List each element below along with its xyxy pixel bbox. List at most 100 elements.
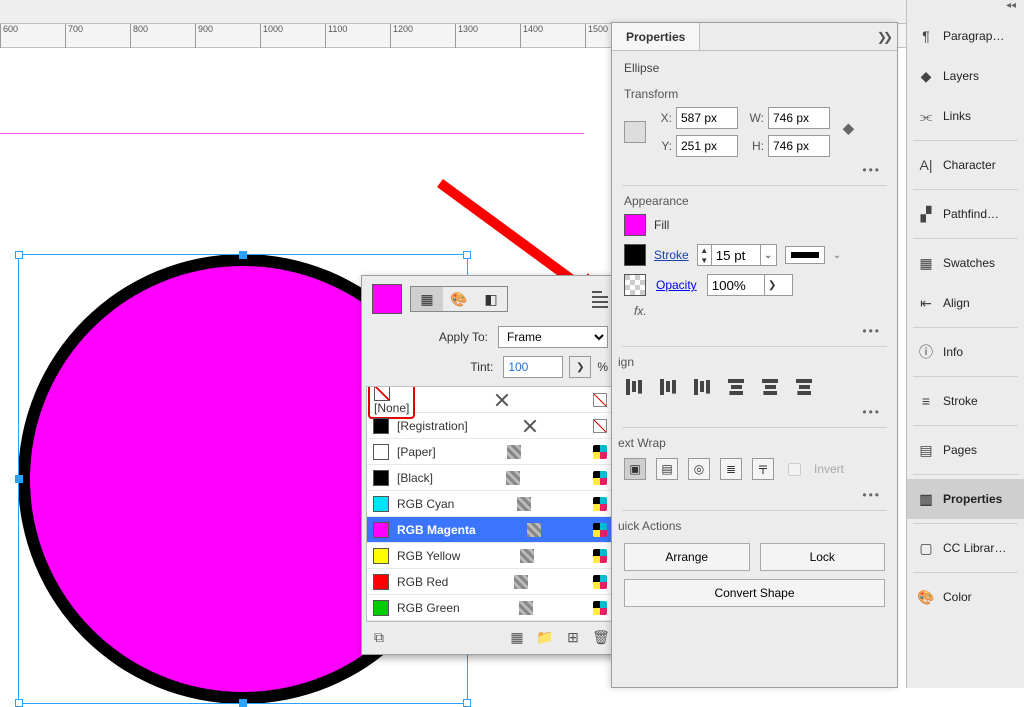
swatch-chip xyxy=(373,418,389,434)
dock-item-label: Properties xyxy=(943,492,1002,506)
swatch-item-magenta[interactable]: RGB Magenta xyxy=(367,517,613,543)
panel-icon: ▥ xyxy=(917,490,935,508)
quick-actions-header: uick Actions xyxy=(612,519,885,533)
panel-dock: ◂◂ ¶Paragrap…◆Layers⫘Links A|Character ▞Pa… xyxy=(906,0,1024,688)
stroke-swatch[interactable] xyxy=(624,244,646,266)
w-input[interactable] xyxy=(768,107,830,129)
chevron-down-icon[interactable]: ⌄ xyxy=(760,245,776,265)
more-options-icon[interactable]: ••• xyxy=(612,161,897,185)
align-vcenter-icon[interactable] xyxy=(760,377,780,397)
swatch-item-cyan[interactable]: RGB Cyan xyxy=(367,491,613,517)
ruler-tick: 1200 xyxy=(390,24,413,48)
more-options-icon[interactable]: ••• xyxy=(612,486,897,510)
panel-menu-icon[interactable] xyxy=(592,291,608,308)
color-mode-icon xyxy=(593,523,607,537)
palette-mode-icon[interactable]: 🎨 xyxy=(443,287,475,311)
swatch-type-icon xyxy=(514,575,528,589)
stroke-style-dropdown[interactable] xyxy=(785,246,825,264)
wrap-none-icon[interactable]: ▣ xyxy=(624,458,646,480)
more-options-icon[interactable]: ••• xyxy=(612,322,897,346)
properties-tab[interactable]: Properties xyxy=(612,23,700,50)
swatch-chip xyxy=(373,600,389,616)
swatch-label: [Black] xyxy=(397,471,433,485)
swatch-item-green[interactable]: RGB Green xyxy=(367,595,613,621)
swatch-type-icon xyxy=(506,471,520,485)
opacity-label-link[interactable]: Opacity xyxy=(656,278,697,292)
lock-button[interactable]: Lock xyxy=(760,543,886,571)
dock-item-links[interactable]: ⫘Links xyxy=(907,96,1024,136)
not-editable-icon xyxy=(495,393,509,407)
current-fill-chip[interactable] xyxy=(372,284,402,314)
wrap-around-shape-icon[interactable]: ◎ xyxy=(688,458,710,480)
stroke-weight-stepper[interactable]: ▲▼ ⌄ xyxy=(697,244,777,266)
wrap-jump-column-icon[interactable]: 〒 xyxy=(752,458,774,480)
fill-swatch[interactable] xyxy=(624,214,646,236)
dock-item-align[interactable]: ⇤Align xyxy=(907,283,1024,323)
color-mode-icon xyxy=(593,393,607,407)
swatch-label: [Paper] xyxy=(397,445,436,459)
swatch-chip xyxy=(373,574,389,590)
panel-icon: ▤ xyxy=(917,441,935,459)
dock-item-stroke[interactable]: ≡Stroke xyxy=(907,381,1024,421)
fx-label[interactable]: fx. xyxy=(634,304,647,318)
chevron-down-icon[interactable]: ⌄ xyxy=(833,250,841,261)
wrap-jump-icon[interactable]: ≣ xyxy=(720,458,742,480)
constrain-proportions-icon[interactable]: ⯁ xyxy=(842,123,855,141)
swatch-item-red[interactable]: RGB Red xyxy=(367,569,613,595)
tint-input[interactable] xyxy=(503,356,563,378)
dock-item-pages[interactable]: ▤Pages xyxy=(907,430,1024,470)
folder-icon[interactable]: 📁 xyxy=(536,628,554,646)
dock-item-properties[interactable]: ▥ Properties xyxy=(907,479,1024,519)
align-bottom-icon[interactable] xyxy=(794,377,814,397)
swatch-view-mode[interactable]: ▦ 🎨 ◧ xyxy=(410,286,508,312)
arrange-button[interactable]: Arrange xyxy=(624,543,750,571)
align-right-icon[interactable] xyxy=(692,377,712,397)
reference-point-grid[interactable] xyxy=(624,121,646,143)
swatches-popup[interactable]: ▦ 🎨 ◧ Apply To: Frame Tint: ❯ % [None][R… xyxy=(361,275,619,655)
swatch-item-paper[interactable]: [Paper] xyxy=(367,439,613,465)
swatch-item-none[interactable]: [None] xyxy=(367,387,613,413)
dock-item-character[interactable]: A|Character xyxy=(907,145,1024,185)
opacity-input[interactable]: ❯ xyxy=(707,274,793,296)
x-input[interactable] xyxy=(676,107,738,129)
panel-icon: ⫘ xyxy=(917,107,935,125)
dock-item-layers[interactable]: ◆Layers xyxy=(907,56,1024,96)
new-swatch-from-icon[interactable]: ⧉ xyxy=(370,628,388,646)
new-swatch-icon[interactable]: ⊞ xyxy=(564,628,582,646)
panel-icon: ≡ xyxy=(917,392,935,410)
tint-stepper-icon[interactable]: ❯ xyxy=(569,356,591,378)
swatch-label: [Registration] xyxy=(397,419,468,433)
dock-item-cclibrar[interactable]: ▢CC Librar… xyxy=(907,528,1024,568)
swatch-list[interactable]: [None] [Registration] [Paper] [Black] RGB Cy… xyxy=(366,386,614,622)
dock-item-color[interactable]: 🎨Color xyxy=(907,577,1024,617)
dock-item-pathfind[interactable]: ▞Pathfind… xyxy=(907,194,1024,234)
opacity-swatch[interactable] xyxy=(624,274,646,296)
swatch-item-black[interactable]: [Black] xyxy=(367,465,613,491)
stroke-label-link[interactable]: Stroke xyxy=(654,248,689,262)
more-options-icon[interactable]: ••• xyxy=(612,403,897,427)
panel-icon: A| xyxy=(917,156,935,174)
panel-icon: 🎨 xyxy=(917,588,935,606)
h-input[interactable] xyxy=(768,135,830,157)
dock-item-info[interactable]: ⓘInfo xyxy=(907,332,1024,372)
align-top-icon[interactable] xyxy=(726,377,746,397)
swatch-grid-view-icon[interactable]: ▦ xyxy=(508,628,526,646)
swatch-chip xyxy=(373,548,389,564)
wrap-around-box-icon[interactable]: ▤ xyxy=(656,458,678,480)
dock-item-swatches[interactable]: ▦Swatches xyxy=(907,243,1024,283)
convert-shape-button[interactable]: Convert Shape xyxy=(624,579,885,607)
align-hcenter-icon[interactable] xyxy=(658,377,678,397)
ruler-tick: 1100 xyxy=(325,24,347,48)
gradient-mode-icon[interactable]: ◧ xyxy=(475,287,507,311)
collapse-panel-icon[interactable]: ❯❯ xyxy=(877,30,889,44)
y-input[interactable] xyxy=(676,135,738,157)
grid-mode-icon[interactable]: ▦ xyxy=(411,287,443,311)
apply-to-select[interactable]: Frame xyxy=(498,326,608,348)
dock-collapse-icon[interactable]: ◂◂ xyxy=(907,0,1024,16)
swatch-type-icon xyxy=(520,549,534,563)
align-left-icon[interactable] xyxy=(624,377,644,397)
swatch-item-yellow[interactable]: RGB Yellow xyxy=(367,543,613,569)
trash-icon[interactable]: 🗑 xyxy=(592,628,610,646)
dock-item-paragrap[interactable]: ¶Paragrap… xyxy=(907,16,1024,56)
appearance-header: Appearance xyxy=(624,194,885,208)
